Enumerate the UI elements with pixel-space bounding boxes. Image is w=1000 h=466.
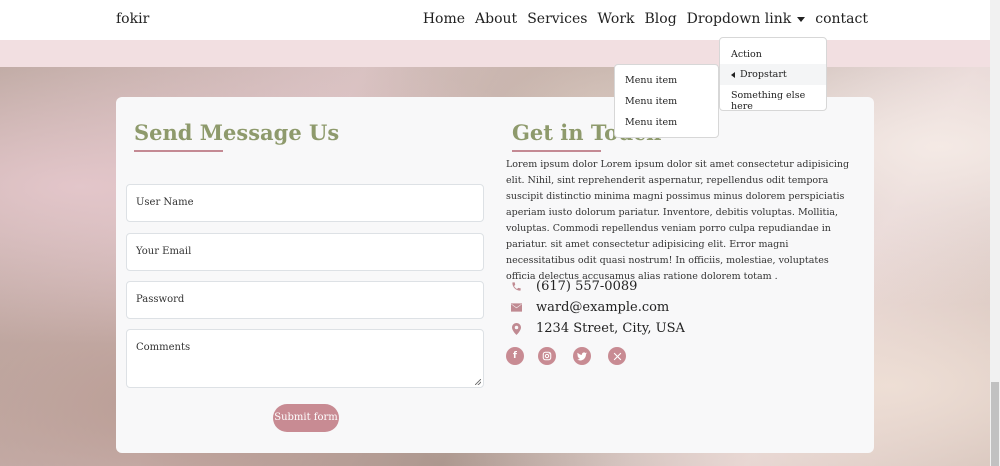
nav-dropdown-toggle[interactable]: Dropdown link <box>687 11 806 27</box>
x-icon[interactable] <box>608 347 626 365</box>
header-band <box>0 40 990 67</box>
username-placeholder: User Name <box>136 197 194 208</box>
phone-row: (617) 557-0089 <box>506 279 637 294</box>
submenu-item-3[interactable]: Menu item <box>625 117 677 128</box>
nav-contact[interactable]: contact <box>815 11 868 27</box>
nav-work[interactable]: Work <box>597 11 634 27</box>
email-row: ward@example.com <box>506 300 669 315</box>
email-address[interactable]: ward@example.com <box>536 300 669 315</box>
comments-textarea[interactable]: Comments <box>126 329 484 388</box>
phone-number: (617) 557-0089 <box>536 279 638 294</box>
scrollbar-thumb[interactable] <box>991 382 999 466</box>
dropdown-item-action[interactable]: Action <box>731 49 762 60</box>
email-input[interactable]: Your Email <box>126 233 484 271</box>
phone-icon <box>506 280 526 294</box>
brand-logo[interactable]: fokir <box>116 11 149 27</box>
form-title-underline <box>134 150 223 152</box>
email-placeholder: Your Email <box>136 246 192 257</box>
submenu-item-1[interactable]: Menu item <box>625 75 677 86</box>
contact-description: Lorem ipsum dolor Lorem ipsum dolor sit … <box>506 159 850 282</box>
nav-about[interactable]: About <box>475 11 517 27</box>
envelope-icon <box>506 301 526 315</box>
caret-left-icon <box>731 71 735 78</box>
resize-handle-icon[interactable] <box>475 379 481 385</box>
nav-dropdown-label: Dropdown link <box>686 11 792 27</box>
username-input[interactable]: User Name <box>126 184 484 222</box>
submit-button[interactable]: Submit form <box>273 404 339 432</box>
comments-placeholder: Comments <box>136 342 191 353</box>
dropdown-item-dropstart[interactable]: Dropstart <box>731 69 787 80</box>
dropstart-submenu: Menu item Menu item Menu item <box>614 64 719 138</box>
twitter-icon[interactable] <box>573 347 591 365</box>
submenu-item-2[interactable]: Menu item <box>625 96 677 107</box>
password-input[interactable]: Password <box>126 281 484 319</box>
password-placeholder: Password <box>136 294 185 305</box>
address-row: 1234 Street, City, USA <box>506 321 685 336</box>
page-scrollbar[interactable] <box>990 0 1000 466</box>
nav-services[interactable]: Services <box>527 11 587 27</box>
dropdown-item-something-else[interactable]: Something else here <box>731 90 826 112</box>
location-pin-icon <box>506 322 526 336</box>
contact-title-underline <box>512 150 601 152</box>
form-title: Send Message Us <box>134 120 340 145</box>
facebook-icon[interactable]: f <box>506 347 524 365</box>
instagram-icon[interactable] <box>538 347 556 365</box>
nav-links: Home About Services Work Blog Dropdown l… <box>413 11 868 27</box>
dropdown-menu: Action Dropstart Something else here <box>719 37 827 112</box>
caret-down-icon <box>797 16 806 22</box>
navbar: fokir Home About Services Work Blog Drop… <box>0 0 990 40</box>
contact-card: Send Message Us User Name Your Email Pas… <box>116 97 874 453</box>
nav-blog[interactable]: Blog <box>645 11 677 27</box>
street-address: 1234 Street, City, USA <box>536 321 685 336</box>
dropstart-label: Dropstart <box>740 69 787 80</box>
nav-home[interactable]: Home <box>423 11 465 27</box>
